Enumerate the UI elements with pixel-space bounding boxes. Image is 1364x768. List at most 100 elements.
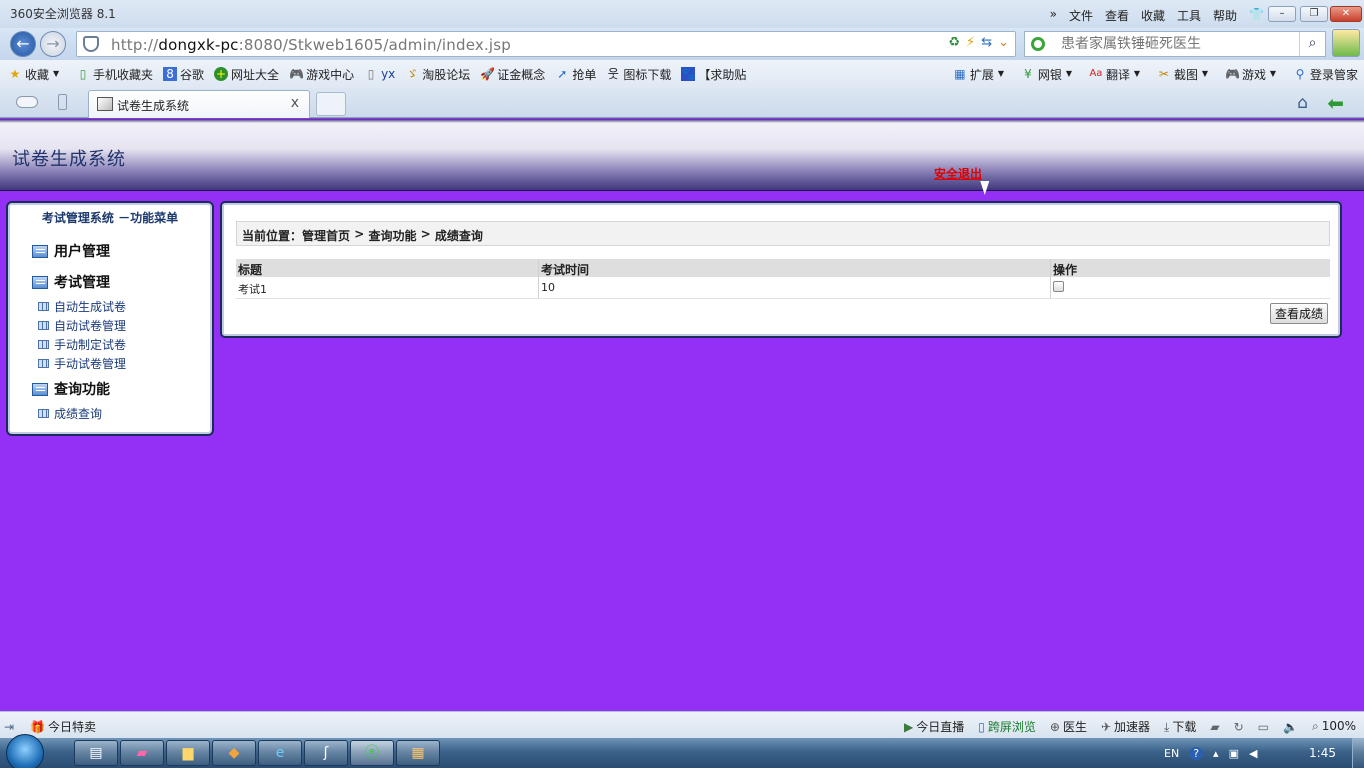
chevron-down-icon: ▼: [52, 69, 60, 78]
search-box[interactable]: ⌕: [1024, 31, 1326, 57]
window-icon[interactable]: ▭: [1258, 720, 1269, 734]
clock[interactable]: 1:45: [1309, 746, 1336, 760]
screenshot-button[interactable]: ✂ 截图 ▼: [1157, 66, 1215, 83]
menu-group-exam[interactable]: 考试管理: [32, 272, 110, 292]
search-input[interactable]: [1061, 36, 1291, 52]
login-manager-button[interactable]: ⚲ 登录管家: [1293, 66, 1358, 83]
close-window-button[interactable]: ✕: [1330, 6, 1362, 22]
show-desktop-button[interactable]: [1352, 738, 1364, 768]
back-button[interactable]: ←: [10, 31, 36, 57]
tray-chevron-icon[interactable]: ▴: [1213, 747, 1219, 760]
start-button[interactable]: [6, 734, 44, 768]
security-shield-icon[interactable]: [83, 36, 99, 52]
taskbar-360-browser[interactable]: ⓔ: [350, 740, 394, 766]
gamepad-icon[interactable]: ▰: [1210, 720, 1219, 734]
user-avatar[interactable]: [1332, 29, 1360, 57]
taskbar-app-8[interactable]: ▦: [396, 740, 440, 766]
menu-item-manual-manage[interactable]: 手动试卷管理: [38, 355, 126, 372]
menu-file[interactable]: 文件: [1069, 7, 1093, 24]
bookmark-forum[interactable]: ゞ淘股论坛: [405, 66, 470, 83]
address-bar[interactable]: http://dongxk-pc:8080/Stkweb1605/admin/i…: [76, 31, 1016, 57]
menu-help[interactable]: 帮助: [1213, 7, 1237, 24]
tab-exam-system[interactable]: 试卷生成系统 x: [88, 90, 310, 118]
bookmarks-bar: ★ 收藏 ▼ ▯ 手机收藏夹 8 谷歌 + 网址大全 🎮 游戏中心 ▯ yx ゞ淘股论坛 🚀 证…: [0, 60, 1364, 88]
bookmark-order[interactable]: ➚ 抢单: [555, 66, 596, 83]
bookmark-mobile[interactable]: ▯ 手机收藏夹: [76, 66, 153, 83]
row-checkbox[interactable]: [1053, 281, 1064, 292]
minimize-button[interactable]: –: [1268, 6, 1296, 22]
refresh-icon[interactable]: ↻: [1234, 720, 1244, 734]
dropdown-icon[interactable]: ⌄: [998, 35, 1009, 50]
bookmark-yx[interactable]: ▯ yx: [364, 67, 396, 81]
menu-item-manual-create[interactable]: 手动制定试卷: [38, 336, 126, 353]
help-icon[interactable]: ?: [1189, 746, 1204, 760]
taskbar-app-2[interactable]: ▰: [120, 740, 164, 766]
bookmark-games[interactable]: 🎮 游戏中心: [289, 66, 354, 83]
close-icon[interactable]: x: [291, 95, 299, 111]
refresh-icon[interactable]: ♻: [948, 35, 960, 50]
bookmark-sites[interactable]: + 网址大全: [214, 66, 279, 83]
bookmark-stock[interactable]: 🚀 证金概念: [480, 66, 545, 83]
taskbar-explorer[interactable]: ▆: [166, 740, 210, 766]
menu-group-user[interactable]: 用户管理: [32, 241, 110, 261]
column-header-time: 考试时间: [539, 259, 1051, 277]
search-engine-icon[interactable]: [1031, 37, 1045, 51]
breadcrumb-home[interactable]: 管理首页: [302, 227, 350, 243]
download-link[interactable]: ⤓ 下载: [1164, 718, 1196, 735]
menu-group-query[interactable]: 查询功能: [32, 379, 110, 399]
taskbar-app-1[interactable]: ▤: [74, 740, 118, 766]
volume-icon[interactable]: 🔈: [1283, 720, 1298, 734]
games-button[interactable]: 🎮 游戏 ▼: [1225, 66, 1283, 83]
site-header: 试卷生成系统 安全退出: [0, 119, 1364, 191]
undo-icon[interactable]: ⬅: [1327, 91, 1344, 115]
search-icon[interactable]: ⌕: [1299, 32, 1325, 56]
breadcrumb-query[interactable]: 查询功能: [368, 227, 416, 243]
menu-more-icon[interactable]: »: [1050, 7, 1057, 24]
translate-button[interactable]: Aa 翻译 ▼: [1089, 66, 1147, 83]
main-content: 当前位置： 管理首页 > 查询功能 > 成绩查询 标题 考试时间 操作 考试1 …: [220, 201, 1342, 338]
arrow-icon: ➚: [557, 67, 568, 81]
daily-deals-link[interactable]: 🎁 今日特卖: [30, 718, 96, 735]
lightning-icon[interactable]: ⚡: [966, 35, 975, 50]
zoom-level[interactable]: ⌕ 100%: [1312, 719, 1356, 734]
url-text[interactable]: http://dongxk-pc:8080/Stkweb1605/admin/i…: [111, 36, 511, 54]
taskbar-app-4[interactable]: ◆: [212, 740, 256, 766]
tablet-icon: ▯: [978, 720, 985, 734]
live-link[interactable]: ▶ 今日直播: [904, 718, 964, 735]
bookmark-help[interactable]: 🐾 【求助贴: [681, 66, 746, 83]
menu-item-auto-manage[interactable]: 自动试卷管理: [38, 317, 126, 334]
taskbar-eclipse[interactable]: ʃ: [304, 740, 348, 766]
extensions-button[interactable]: ▦ 扩展 ▼: [953, 66, 1011, 83]
menu-tools[interactable]: 工具: [1177, 7, 1201, 24]
sidebar-toggle-icon[interactable]: ⇥: [4, 720, 14, 734]
cloud-icon[interactable]: [16, 96, 38, 108]
menu-favorites[interactable]: 收藏: [1141, 7, 1165, 24]
language-indicator[interactable]: EN: [1164, 747, 1179, 760]
bookmark-favorites[interactable]: ★ 收藏 ▼: [8, 66, 66, 83]
home-icon[interactable]: ⌂: [1297, 93, 1308, 113]
forward-button[interactable]: →: [40, 31, 66, 57]
menu-item-score-query[interactable]: 成绩查询: [38, 405, 102, 422]
chevron-down-icon: ▼: [1065, 69, 1073, 78]
maximize-button[interactable]: ❐: [1300, 6, 1328, 22]
network-icon[interactable]: ▣: [1229, 747, 1239, 760]
doctor-link[interactable]: ⊕ 医生: [1050, 718, 1087, 735]
ebank-button[interactable]: ¥ 网银 ▼: [1021, 66, 1079, 83]
mode-switch-icon[interactable]: ⇆: [981, 35, 992, 50]
view-score-button[interactable]: 查看成绩: [1269, 303, 1328, 324]
column-header-title: 标题: [236, 259, 539, 277]
address-actions: ♻ ⚡ ⇆ ⌄: [948, 35, 1009, 50]
skin-icon[interactable]: 👕: [1249, 7, 1264, 24]
taskbar-ie[interactable]: e: [258, 740, 302, 766]
bookmark-icons[interactable]: 웃 图标下载: [606, 66, 672, 83]
menu-item-auto-generate[interactable]: 自动生成试卷: [38, 298, 126, 315]
new-tab-button[interactable]: [316, 92, 346, 116]
phone-icon[interactable]: [58, 94, 67, 110]
bookmark-google[interactable]: 8 谷歌: [163, 66, 204, 83]
cross-screen-link[interactable]: ▯ 跨屏浏览: [978, 718, 1036, 735]
accelerator-link[interactable]: ✈ 加速器: [1101, 718, 1150, 735]
volume-icon[interactable]: ◀: [1249, 747, 1257, 760]
logout-link[interactable]: 安全退出: [934, 165, 982, 182]
menu-view[interactable]: 查看: [1105, 7, 1129, 24]
page-viewport: 试卷生成系统 安全退出 考试管理系统 －功能菜单 用户管理 考试管理 自动生成试…: [0, 119, 1364, 711]
